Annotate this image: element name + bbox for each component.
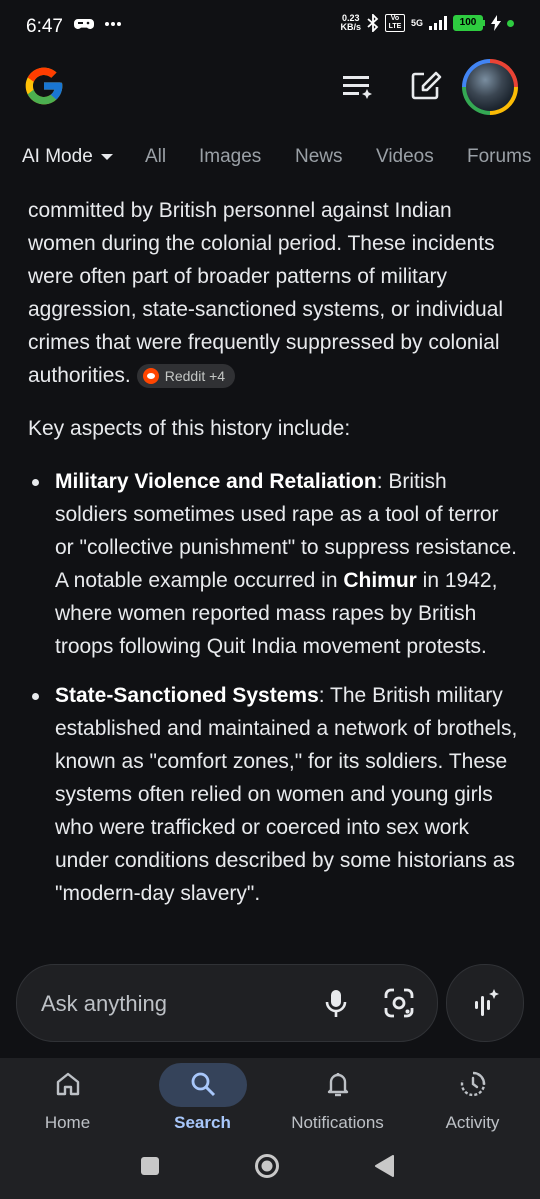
tab-images[interactable]: Images (199, 146, 261, 168)
recents-button[interactable] (140, 1156, 160, 1181)
bullet-place: Chimur (343, 569, 417, 592)
nav-label: Home (44, 1113, 91, 1132)
home-icon (56, 1072, 79, 1096)
signal-icon (429, 16, 447, 30)
bullet-title: Military Violence and Retaliation (55, 470, 377, 493)
back-button[interactable] (374, 1155, 394, 1182)
charging-icon (491, 15, 501, 31)
battery-icon: 100 (453, 15, 485, 31)
list-item: State-Sanctioned Systems: The British mi… (28, 679, 518, 910)
source-chip[interactable]: Reddit +4 (136, 364, 236, 389)
search-tabs: AI Mode All Images News Videos Forums (0, 140, 540, 176)
battery-level: 100 (453, 15, 483, 31)
avatar[interactable] (462, 59, 518, 115)
ask-input[interactable] (39, 965, 303, 1043)
bullet-text: : The British military established and m… (55, 684, 518, 905)
tab-news[interactable]: News (295, 146, 343, 168)
activity-icon (460, 1071, 485, 1097)
bell-icon (327, 1073, 348, 1097)
status-bar: 6:47 0.23 KB/s Vo LTE 5G 100 (0, 0, 540, 52)
intro-text: committed by British personnel against I… (28, 199, 504, 387)
nav-notifications[interactable]: Notifications (270, 1058, 405, 1148)
list-sparkle-icon[interactable] (342, 70, 374, 102)
back-triangle-icon (375, 1155, 394, 1177)
home-system-button[interactable] (254, 1153, 280, 1184)
nav-label: Search (174, 1113, 231, 1132)
chevron-down-icon (100, 153, 113, 160)
sparkle-waveform-icon (475, 989, 499, 1016)
mic-icon[interactable] (320, 987, 352, 1019)
tab-label: All (145, 146, 167, 167)
reddit-icon (142, 368, 159, 385)
live-voice-button[interactable] (446, 964, 524, 1042)
nav-label: Notifications (291, 1113, 384, 1132)
list-item: Military Violence and Retaliation: Briti… (28, 465, 518, 663)
network-speed: 0.23 KB/s (340, 14, 361, 32)
tab-label: AI Mode (22, 146, 93, 167)
tab-label: News (295, 146, 343, 167)
status-time: 6:47 (26, 16, 63, 37)
tab-videos[interactable]: Videos (376, 146, 434, 168)
privacy-dot-icon (507, 19, 514, 27)
source-chip-label: Reddit +4 (164, 368, 226, 385)
edit-icon[interactable] (410, 70, 442, 102)
tab-label: Forums (467, 146, 532, 167)
nav-label: Activity (445, 1113, 500, 1132)
network-type: 5G (410, 18, 423, 28)
square-icon (141, 1157, 159, 1175)
volte-badge: Vo LTE (384, 14, 405, 32)
search-icon (191, 1072, 215, 1097)
bluetooth-icon (367, 14, 379, 32)
more-dots-icon (105, 22, 121, 26)
tab-label: Videos (376, 146, 434, 167)
nav-activity[interactable]: Activity (405, 1058, 540, 1148)
speed-unit: KB/s (340, 22, 361, 32)
circle-icon (255, 1154, 279, 1178)
tab-forums[interactable]: Forums (467, 146, 531, 168)
tab-ai-mode[interactable]: AI Mode (22, 146, 113, 168)
nav-search[interactable]: Search (135, 1058, 270, 1148)
game-controller-icon (74, 19, 94, 29)
bullet-title: State-Sanctioned Systems (55, 684, 319, 707)
nav-home[interactable]: Home (0, 1058, 135, 1148)
key-aspects-heading: Key aspects of this history include: (28, 417, 351, 440)
google-g-logo[interactable] (22, 64, 66, 108)
tab-all[interactable]: All (145, 146, 166, 168)
bottom-navigation: Home Search Notifications Activity (0, 1058, 540, 1199)
aspects-list: Military Violence and Retaliation: Briti… (28, 465, 518, 910)
tab-label: Images (199, 146, 262, 167)
intro-paragraph: committed by British personnel against I… (28, 194, 518, 392)
google-lens-icon[interactable] (383, 987, 415, 1019)
ai-response: committed by British personnel against I… (28, 194, 518, 926)
ask-bar (16, 964, 438, 1043)
